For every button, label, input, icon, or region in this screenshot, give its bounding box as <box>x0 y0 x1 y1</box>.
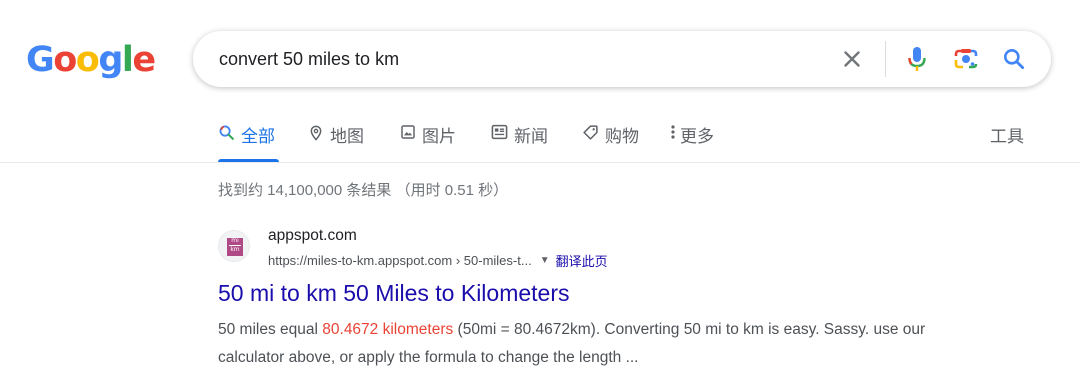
result-url[interactable]: https://miles-to-km.appspot.com › 50-mil… <box>268 253 532 268</box>
caret-down-icon[interactable]: ▼ <box>540 255 550 266</box>
site-favicon[interactable]: mi km <box>218 230 250 262</box>
tab-label: 图片 <box>422 127 456 146</box>
more-vert-icon <box>671 125 675 139</box>
tab-images[interactable]: 图片 <box>400 122 456 160</box>
tab-shopping[interactable]: 购物 <box>582 122 639 160</box>
favicon-text: mi <box>231 237 239 244</box>
camera-lens-icon[interactable] <box>953 46 979 72</box>
logo-letter: o <box>53 40 77 80</box>
logo-letter: G <box>26 40 55 80</box>
logo-letter: g <box>98 40 123 80</box>
tab-maps[interactable]: 地图 <box>308 122 364 160</box>
logo-letter: o <box>75 40 100 80</box>
search-input[interactable]: convert 50 miles to km <box>219 31 399 87</box>
tag-icon <box>583 125 598 140</box>
tab-label: 新闻 <box>514 127 548 146</box>
google-logo[interactable]: Google <box>26 38 156 82</box>
search-box[interactable]: convert 50 miles to km <box>193 31 1051 87</box>
translate-link[interactable]: 翻译此页 <box>556 251 608 270</box>
tab-label: 全部 <box>241 127 275 146</box>
snippet-highlight: 80.4672 kilometers <box>322 321 454 338</box>
result-snippet: 50 miles equal 80.4672 kilometers (50mi … <box>218 316 978 372</box>
tab-more[interactable]: 更多 <box>670 122 714 160</box>
search-icon <box>219 125 234 140</box>
search-divider <box>885 41 886 77</box>
logo-letter: l <box>121 40 134 80</box>
news-icon <box>491 124 508 140</box>
tab-label: 购物 <box>605 127 639 146</box>
result-title-link[interactable]: 50 mi to km 50 Miles to Kilometers <box>218 280 570 307</box>
search-icon[interactable] <box>1001 46 1027 72</box>
result-url-row: https://miles-to-km.appspot.com › 50-mil… <box>268 251 608 270</box>
logo-letter: e <box>132 40 156 80</box>
image-icon <box>401 125 415 139</box>
tools-button[interactable]: 工具 <box>990 122 1024 147</box>
header-divider <box>0 162 1080 163</box>
tab-news[interactable]: 新闻 <box>491 122 548 160</box>
tab-label: 地图 <box>330 127 364 146</box>
microphone-icon[interactable] <box>905 45 929 73</box>
snippet-text: 50 miles equal <box>218 321 323 338</box>
result-site-name[interactable]: appspot.com <box>268 227 357 245</box>
favicon-text: km <box>230 246 240 253</box>
favicon-logo: mi km <box>227 238 243 256</box>
clear-icon[interactable] <box>839 46 865 72</box>
tab-all[interactable]: 全部 <box>218 122 275 160</box>
map-pin-icon <box>310 125 322 141</box>
tab-label: 更多 <box>680 127 714 146</box>
result-stats: 找到约 14,100,000 条结果 （用时 0.51 秒） <box>218 182 509 199</box>
